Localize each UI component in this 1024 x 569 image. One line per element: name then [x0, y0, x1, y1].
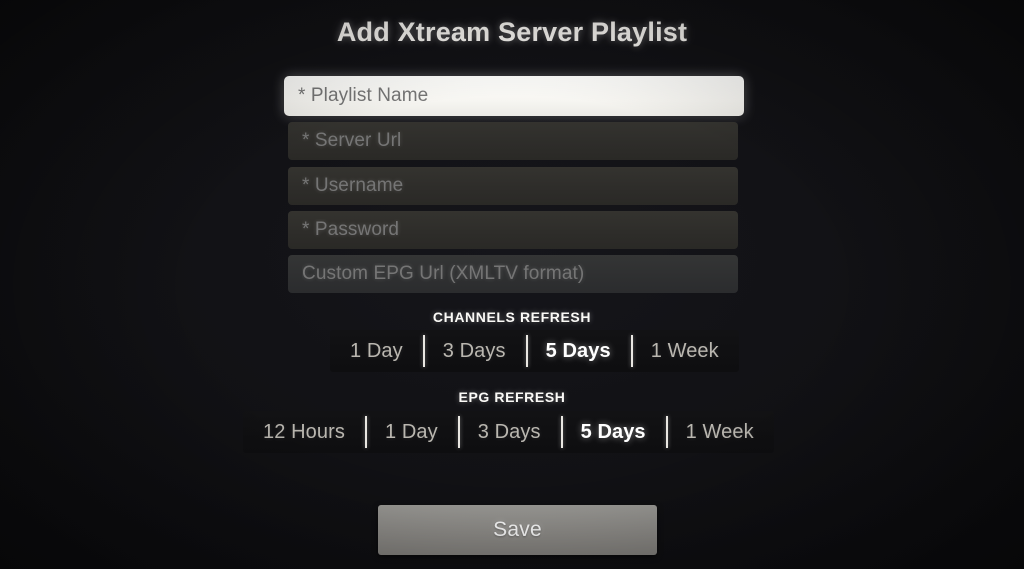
epg-refresh-segmented-control[interactable]: 12 Hours 1 Day 3 Days 5 Days 1 Week	[243, 411, 774, 453]
channels-refresh-option-5-days[interactable]: 5 Days	[525, 330, 631, 372]
channels-refresh-header: CHANNELS REFRESH	[432, 309, 592, 325]
playlist-name-input[interactable]	[284, 76, 744, 116]
server-url-input[interactable]	[288, 122, 738, 160]
epg-refresh-option-1-day[interactable]: 1 Day	[364, 411, 458, 453]
channels-refresh-option-1-day[interactable]: 1 Day	[330, 330, 423, 372]
channels-refresh-segmented-control[interactable]: 1 Day 3 Days 5 Days 1 Week	[330, 330, 739, 372]
custom-epg-url-input[interactable]	[288, 255, 738, 293]
page-title: Add Xtream Server Playlist	[336, 17, 688, 47]
username-input[interactable]	[288, 167, 738, 205]
epg-refresh-option-5-days[interactable]: 5 Days	[560, 411, 666, 453]
channels-refresh-option-1-week[interactable]: 1 Week	[630, 330, 739, 372]
epg-refresh-header: EPG REFRESH	[458, 389, 566, 405]
channels-refresh-option-3-days[interactable]: 3 Days	[422, 330, 526, 372]
epg-refresh-option-1-week[interactable]: 1 Week	[665, 411, 774, 453]
password-input[interactable]	[288, 211, 738, 249]
save-button[interactable]: Save	[378, 505, 657, 555]
epg-refresh-option-12-hours[interactable]: 12 Hours	[243, 411, 365, 453]
epg-refresh-option-3-days[interactable]: 3 Days	[457, 411, 561, 453]
add-xtream-playlist-screen: Add Xtream Server Playlist CHANNELS REFR…	[0, 0, 1024, 569]
